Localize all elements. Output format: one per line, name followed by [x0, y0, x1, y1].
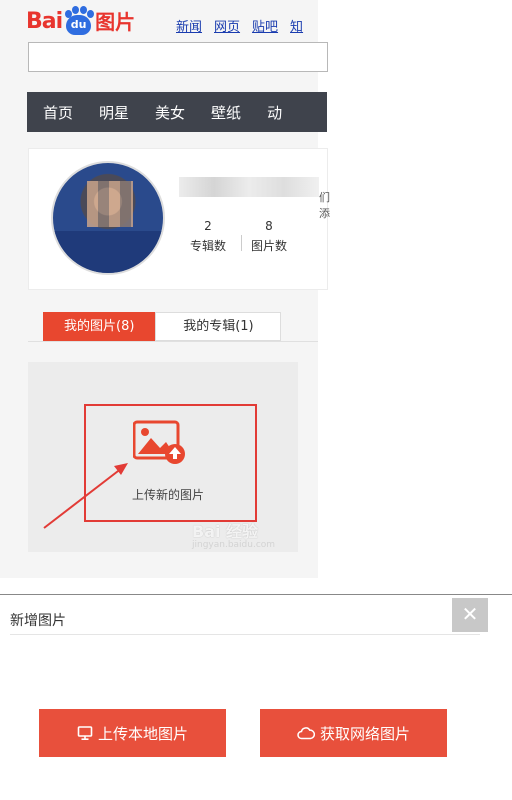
- fetch-network-label: 获取网络图片: [319, 724, 410, 743]
- dialog-title: 新增图片: [10, 613, 66, 629]
- annotation-arrow-icon: [43, 463, 128, 529]
- baidu-pictures-page: Bai du 图片 新闻 网页 贴吧 知 首页 明星 美女 壁纸 动 们添 2 …: [0, 0, 512, 578]
- fetch-network-button[interactable]: 获取网络图片: [260, 709, 447, 757]
- dialog-divider: [10, 634, 480, 635]
- monitor-icon: [77, 726, 93, 740]
- add-photo-dialog: 新增图片 ✕ 上传本地图片 获取网络图片: [0, 594, 512, 800]
- upload-local-label: 上传本地图片: [97, 724, 188, 743]
- watermark-brand: Bai 经验: [192, 522, 259, 541]
- cloud-icon: [297, 727, 315, 740]
- close-icon[interactable]: ✕: [452, 598, 488, 632]
- upload-local-button[interactable]: 上传本地图片: [39, 709, 226, 757]
- watermark-url: jingyan.baidu.com: [192, 540, 276, 550]
